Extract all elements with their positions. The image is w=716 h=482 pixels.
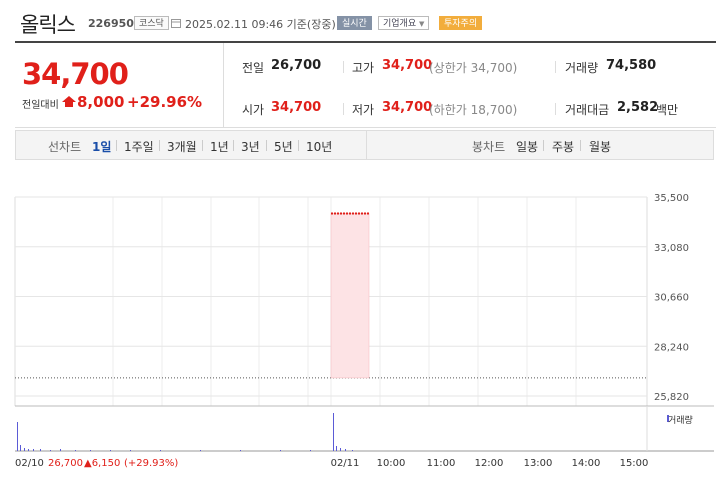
chevron-down-icon: ▼	[419, 20, 425, 28]
prev-close-value: 26,700	[271, 58, 322, 73]
change-label: 전일대비	[22, 100, 59, 111]
divider	[298, 140, 299, 151]
x-tick-label: 13:00	[524, 458, 553, 469]
high-label: 고가	[352, 61, 375, 75]
volume-bar	[17, 422, 18, 451]
volume-bar	[60, 449, 61, 451]
volume-bar	[240, 450, 241, 451]
low-label: 저가	[352, 103, 375, 117]
volume-bar	[345, 449, 346, 451]
divider	[555, 103, 556, 115]
calendar-icon	[171, 19, 181, 28]
change-amount: 8,000	[77, 93, 125, 111]
tab-candle-daily[interactable]: 일봉	[516, 138, 538, 155]
divider	[555, 61, 556, 73]
volume-bar	[340, 448, 341, 451]
tab-candle-monthly[interactable]: 월봉	[589, 138, 611, 155]
divider	[343, 103, 344, 115]
tab-period-1w[interactable]: 1주일	[124, 138, 154, 155]
volume-bar	[333, 413, 334, 451]
volume-bar	[90, 450, 91, 451]
prev-day-rate: (+29.93%)	[124, 458, 178, 469]
divider	[580, 140, 581, 151]
realtime-badge[interactable]: 실시간	[337, 16, 372, 30]
change-rate: +29.96%	[127, 93, 203, 111]
company-info-label: 기업개요	[383, 19, 417, 29]
volume-value: 74,580	[606, 58, 657, 73]
tab-bar-divider	[366, 130, 367, 160]
volume-bar	[75, 450, 76, 451]
current-price: 34,700	[22, 57, 129, 91]
high-value: 34,700	[382, 58, 433, 73]
up-arrow-icon-stem	[65, 102, 73, 107]
divider	[116, 140, 117, 151]
divider	[233, 140, 234, 151]
open-value: 34,700	[271, 100, 322, 115]
stock-code: 226950	[88, 17, 134, 30]
y-tick-label: 28,240	[654, 342, 689, 353]
volume-bar	[336, 446, 337, 451]
y-tick-label: 35,500	[654, 193, 689, 204]
company-info-button[interactable]: 기업개요 ▼	[378, 16, 430, 30]
trade-amount-label: 거래대금	[565, 103, 610, 117]
low-value: 34,700	[382, 100, 433, 115]
x-tick-label: 02/10	[15, 458, 44, 469]
volume-bar	[280, 450, 281, 451]
divider	[159, 140, 160, 151]
prev-day-change: ▲6,150	[84, 458, 120, 469]
datetime-label: 2025.02.11 09:46 기준(장중)	[185, 18, 336, 31]
y-tick-label: 30,660	[654, 293, 689, 304]
trade-amount-value: 2,582	[617, 100, 659, 115]
volume-bar	[50, 450, 51, 451]
divider	[543, 140, 544, 151]
trade-amount-unit: 백만	[656, 103, 679, 117]
volume-bar	[200, 450, 201, 451]
tab-period-1y[interactable]: 1년	[210, 138, 229, 155]
lower-limit-note: (하한가 18,700)	[429, 103, 518, 117]
x-tick-label: 11:00	[427, 458, 456, 469]
tab-period-10y[interactable]: 10년	[306, 138, 332, 155]
volume-bar	[33, 449, 34, 451]
x-tick-label: 14:00	[572, 458, 601, 469]
tab-candle-weekly[interactable]: 주봉	[552, 138, 574, 155]
upper-limit-note: (상한가 34,700)	[429, 61, 518, 75]
volume-bar	[130, 450, 131, 451]
volume-bar	[110, 450, 111, 451]
x-tick-label: 15:00	[620, 458, 649, 469]
candle-chart-label: 봉차트	[472, 140, 506, 154]
divider	[343, 61, 344, 73]
prev-close-label: 전일	[242, 61, 265, 75]
open-label: 시가	[242, 103, 265, 117]
y-tick-label: 25,820	[654, 392, 689, 403]
volume-bar	[352, 450, 353, 451]
x-tick-label: 12:00	[475, 458, 504, 469]
price-change-band	[330, 213, 370, 379]
volume-bar	[40, 449, 41, 451]
volume-bar	[310, 450, 311, 451]
x-tick-label: 10:00	[377, 458, 406, 469]
divider	[266, 140, 267, 151]
volume-bar	[160, 450, 161, 451]
price-chart[interactable]: 35,500 33,080 30,660 28,240 25,820 02/11 10:00…	[0, 160, 716, 482]
volume-bar	[28, 449, 29, 451]
x-tick-label: 02/11	[331, 458, 360, 469]
tab-period-3m[interactable]: 3개월	[167, 138, 197, 155]
volume-bar	[24, 448, 25, 451]
market-badge: 코스닥	[134, 16, 169, 30]
tab-period-3y[interactable]: 3년	[241, 138, 260, 155]
volume-bar	[20, 445, 21, 451]
tab-period-1d[interactable]: 1일	[92, 138, 111, 155]
divider	[202, 140, 203, 151]
tab-period-5y[interactable]: 5년	[274, 138, 293, 155]
line-chart-label: 선차트	[48, 140, 82, 154]
y-tick-label: 33,080	[654, 243, 689, 254]
volume-label: 거래량	[565, 61, 599, 75]
volume-legend: 거래량	[668, 416, 693, 426]
prev-day-close: 26,700	[48, 458, 83, 469]
stock-name: 올릭스	[20, 13, 76, 37]
investment-warning-badge: 투자주의	[439, 16, 483, 30]
